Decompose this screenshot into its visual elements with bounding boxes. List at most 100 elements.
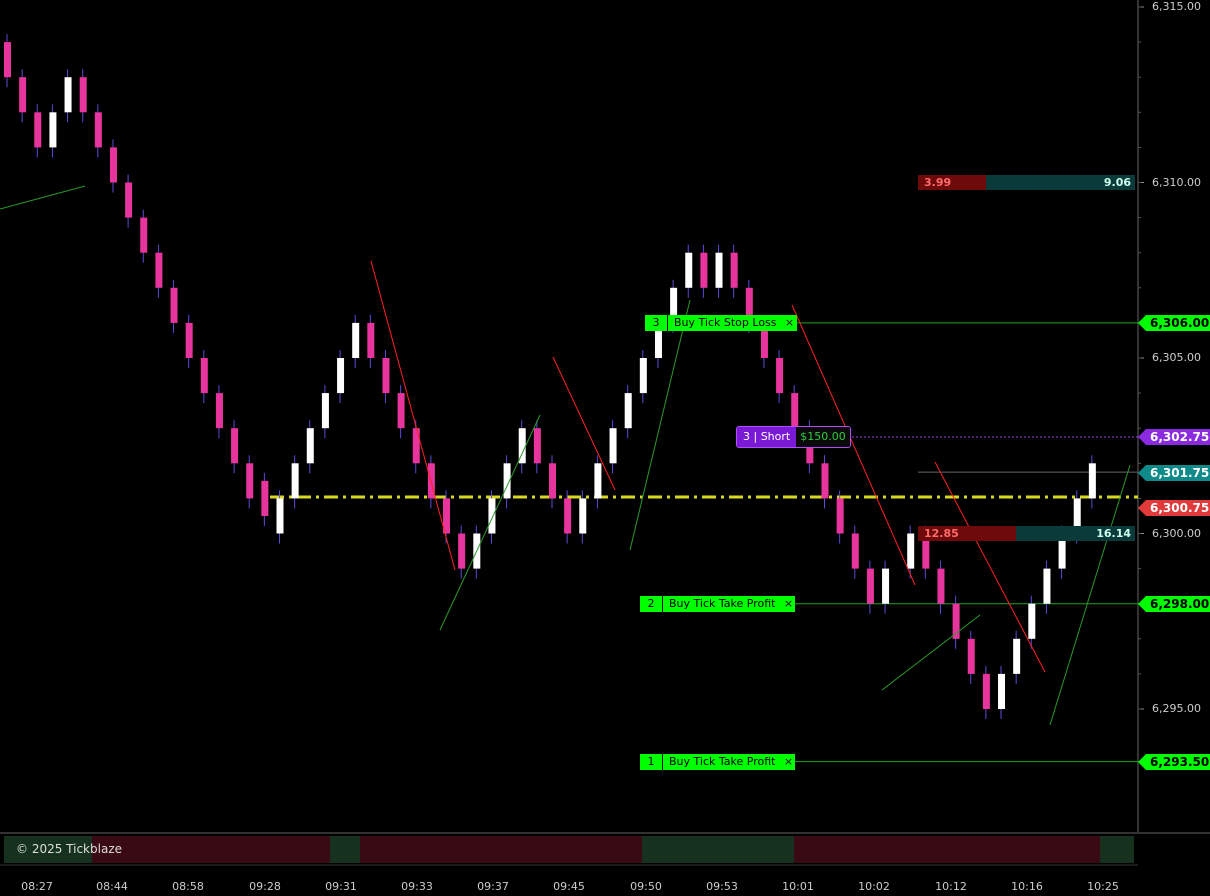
trend-line xyxy=(552,356,616,491)
y-tick-label: 6,300.00 xyxy=(1152,526,1201,540)
candle-body xyxy=(261,480,269,516)
close-icon[interactable]: × xyxy=(782,315,797,331)
candle-body xyxy=(185,322,193,358)
session-heat-bar xyxy=(4,836,1134,863)
trend-line xyxy=(934,461,1046,673)
x-tick-label: 09:53 xyxy=(706,880,738,893)
trend-line xyxy=(439,414,541,631)
y-tick-label: 6,315.00 xyxy=(1152,0,1201,13)
position-tag[interactable]: 3 | Short $150.00 xyxy=(736,426,851,448)
order-label: Buy Tick Take Profit xyxy=(663,754,782,770)
candle-body xyxy=(851,533,859,569)
candle-body xyxy=(791,393,799,429)
stop-loss-price-flag[interactable]: 6,306.00 xyxy=(1138,315,1210,331)
ratio-left-value: 12.85 xyxy=(918,526,1016,541)
candle-body xyxy=(685,252,693,288)
order-label: Buy Tick Stop Loss xyxy=(668,315,783,331)
candle-body xyxy=(1043,568,1051,604)
volume-ratio-bar-top: 3.99 9.06 xyxy=(918,175,1135,190)
candle-body xyxy=(866,568,874,604)
candle-body xyxy=(231,428,239,464)
candle-body xyxy=(821,463,829,499)
candle-body xyxy=(579,498,587,534)
candle-body xyxy=(609,428,617,464)
order-tag-stop-loss[interactable]: 3 Buy Tick Stop Loss × xyxy=(645,315,797,331)
candle-body xyxy=(967,638,975,674)
order-qty: 2 xyxy=(640,596,663,612)
candle-body xyxy=(109,147,117,183)
order-qty: 3 xyxy=(645,315,668,331)
order-tag-take-profit-2[interactable]: 2 Buy Tick Take Profit × xyxy=(640,596,796,612)
candle-body xyxy=(700,252,708,288)
x-tick-label: 09:33 xyxy=(401,880,433,893)
x-tick-label: 08:58 xyxy=(172,880,204,893)
candle-body xyxy=(94,112,102,148)
candle-body xyxy=(1028,603,1036,639)
candle-body xyxy=(730,252,738,288)
candle-body xyxy=(367,322,375,358)
candle-body xyxy=(382,358,390,394)
copyright-text: © 2025 Tickblaze xyxy=(16,842,122,856)
candle-body xyxy=(1013,638,1021,674)
trend-line xyxy=(881,614,981,691)
candle-body xyxy=(715,252,723,288)
x-tick-label: 10:02 xyxy=(858,880,890,893)
order-tag-take-profit-1[interactable]: 1 Buy Tick Take Profit × xyxy=(640,754,796,770)
take-profit-2-price-flag[interactable]: 6,298.00 xyxy=(1138,596,1210,612)
close-icon[interactable]: × xyxy=(781,754,796,770)
candle-body xyxy=(19,77,27,113)
candle-body xyxy=(34,112,42,148)
candle-body xyxy=(4,42,11,78)
price-chart[interactable] xyxy=(0,0,1210,896)
volume-ratio-bar-bottom: 12.85 16.14 xyxy=(918,526,1135,541)
average-price-flag: 6,300.75 xyxy=(1138,500,1210,516)
candle-body xyxy=(458,533,466,569)
candle-body xyxy=(140,217,148,253)
trend-line xyxy=(370,260,456,571)
candle-body xyxy=(594,463,602,499)
candle-body xyxy=(1088,463,1096,499)
ratio-left-value: 3.99 xyxy=(918,175,986,190)
candle-body xyxy=(564,498,572,534)
x-tick-label: 09:31 xyxy=(325,880,357,893)
candle-body xyxy=(549,463,556,499)
candle-body xyxy=(882,568,890,604)
position-side: 3 | Short xyxy=(737,427,797,447)
candle-body xyxy=(533,428,541,464)
candle-body xyxy=(624,393,632,429)
candle-body xyxy=(246,463,254,499)
candle-body xyxy=(488,498,496,534)
close-icon[interactable]: × xyxy=(781,596,796,612)
candle-body xyxy=(306,428,314,464)
x-tick-label: 10:25 xyxy=(1087,880,1119,893)
candle-body xyxy=(937,568,945,604)
candle-body xyxy=(639,358,647,394)
candle-body xyxy=(337,358,345,394)
candle-body xyxy=(215,393,223,429)
candle-body xyxy=(170,287,178,323)
y-tick-label: 6,310.00 xyxy=(1152,175,1201,189)
candle-body xyxy=(291,463,299,499)
order-label: Buy Tick Take Profit xyxy=(663,596,782,612)
trend-line xyxy=(1049,464,1131,726)
candle-body xyxy=(412,428,420,464)
candle-body xyxy=(155,252,163,288)
x-tick-label: 10:12 xyxy=(935,880,967,893)
candle-body xyxy=(276,498,284,534)
order-qty: 1 xyxy=(640,754,663,770)
position-price-flag: 6,302.75 xyxy=(1138,429,1210,445)
candle-body xyxy=(64,77,72,113)
candle-body xyxy=(982,673,990,709)
ratio-right-value: 16.14 xyxy=(1016,526,1135,541)
candle-body xyxy=(200,358,208,394)
candle-body xyxy=(836,498,844,534)
candle-body xyxy=(125,182,133,218)
candle-body xyxy=(321,393,329,429)
y-tick-label: 6,305.00 xyxy=(1152,351,1201,364)
candle-body xyxy=(352,322,360,358)
candle-body xyxy=(79,77,87,113)
take-profit-1-price-flag[interactable]: 6,293.50 xyxy=(1138,754,1210,770)
ratio-right-value: 9.06 xyxy=(986,175,1135,190)
candle-body xyxy=(49,112,57,148)
position-pnl: $150.00 xyxy=(796,427,850,447)
